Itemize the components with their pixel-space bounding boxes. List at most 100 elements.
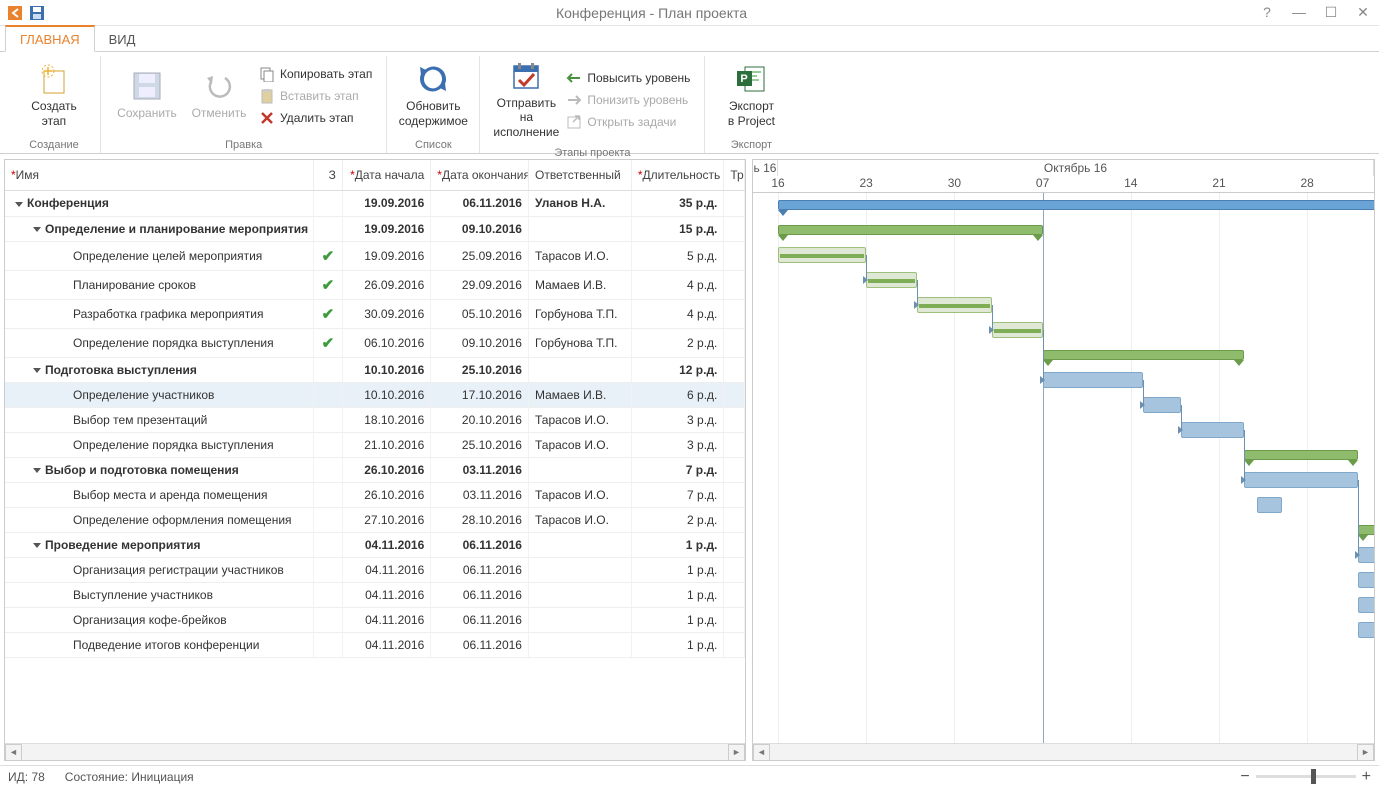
gantt-bar[interactable]	[1181, 422, 1244, 438]
gantt-bar[interactable]	[992, 322, 1042, 338]
gantt-hscroll[interactable]: ◄►	[753, 743, 1374, 760]
status-bar: ИД: 78 Состояние: Инициация − +	[0, 765, 1379, 787]
table-row[interactable]: Организация регистрации участников04.11.…	[5, 557, 745, 582]
col-end[interactable]: *Дата окончания	[431, 160, 529, 191]
gantt-bar[interactable]	[1257, 497, 1282, 513]
table-row[interactable]: Определение целей мероприятия✔19.09.2016…	[5, 241, 745, 270]
maximize-button[interactable]: ☐	[1321, 4, 1341, 21]
group-create-label: Создание	[29, 137, 79, 153]
ribbon-tabs: ГЛАВНАЯ ВИД	[0, 26, 1379, 52]
close-button[interactable]: ✕	[1353, 4, 1373, 21]
table-row[interactable]: Разработка графика мероприятия✔30.09.201…	[5, 299, 745, 328]
table-row[interactable]: Планирование сроков✔26.09.201629.09.2016…	[5, 270, 745, 299]
expand-icon[interactable]	[15, 202, 23, 207]
group-edit-label: Правка	[225, 137, 262, 153]
expand-icon[interactable]	[33, 543, 41, 548]
arrow-right-icon	[566, 92, 582, 108]
status-id-value: 78	[31, 770, 44, 784]
status-state-value: Инициация	[131, 770, 193, 784]
paste-stage-button[interactable]: Вставить этап	[255, 86, 376, 106]
paste-icon	[259, 88, 275, 104]
gantt-bar[interactable]	[778, 247, 866, 263]
save-big-icon	[131, 70, 163, 102]
expand-icon[interactable]	[33, 227, 41, 232]
refresh-icon	[417, 63, 449, 95]
gantt-bar[interactable]	[1043, 350, 1245, 360]
status-state-label: Состояние:	[65, 770, 128, 784]
expand-icon[interactable]	[33, 468, 41, 473]
delete-icon	[259, 110, 275, 126]
gantt-bar[interactable]	[1358, 525, 1374, 535]
gantt-bar[interactable]	[1244, 472, 1357, 488]
gantt-bar[interactable]	[1043, 372, 1144, 388]
col-start[interactable]: *Дата начала	[342, 160, 430, 191]
table-row[interactable]: Проведение мероприятия04.11.201606.11.20…	[5, 532, 745, 557]
table-row[interactable]: Конференция19.09.201606.11.2016Уланов Н.…	[5, 191, 745, 216]
svg-text:P: P	[741, 73, 748, 85]
create-stage-button[interactable]: Создать этап	[18, 59, 90, 132]
gantt-bar[interactable]	[778, 200, 1374, 210]
gantt-bar[interactable]	[1358, 622, 1374, 638]
col-extra[interactable]: Тр	[724, 160, 745, 191]
demote-button[interactable]: Понизить уровень	[562, 90, 694, 110]
gantt-bar[interactable]	[778, 225, 1043, 235]
export-button[interactable]: P Экспорт в Project	[715, 59, 787, 132]
table-row[interactable]: Определение порядка выступления✔06.10.20…	[5, 328, 745, 357]
ribbon: Создать этап Создание Сохранить Отменить…	[0, 52, 1379, 154]
tab-view[interactable]: ВИД	[95, 27, 150, 51]
undo-button[interactable]: Отменить	[183, 66, 255, 124]
grid-hscroll[interactable]: ◄►	[5, 743, 745, 760]
check-icon: ✔	[322, 335, 335, 352]
gantt-bar[interactable]	[866, 272, 916, 288]
table-row[interactable]: Выступление участников04.11.201606.11.20…	[5, 582, 745, 607]
gantt-bar[interactable]	[1143, 397, 1181, 413]
gantt-bar[interactable]	[1358, 597, 1374, 613]
gantt-bar[interactable]	[1358, 572, 1374, 588]
save-button[interactable]: Сохранить	[111, 66, 183, 124]
gantt-chart[interactable]: ь 16Октябрь 16 16233007142128 ◄►	[752, 159, 1375, 761]
gantt-bar[interactable]	[1358, 547, 1374, 563]
group-export-label: Экспорт	[731, 137, 772, 153]
col-status[interactable]: З	[314, 160, 343, 191]
status-id-label: ИД:	[8, 770, 28, 784]
table-row[interactable]: Подведение итогов конференции04.11.20160…	[5, 632, 745, 657]
table-row[interactable]: Определение участников10.10.201617.10.20…	[5, 382, 745, 407]
refresh-button[interactable]: Обновить содержимое	[397, 59, 469, 132]
table-row[interactable]: Подготовка выступления10.10.201625.10.20…	[5, 357, 745, 382]
tab-main[interactable]: ГЛАВНАЯ	[5, 25, 95, 52]
help-button[interactable]: ?	[1257, 4, 1277, 21]
check-icon: ✔	[322, 248, 335, 265]
table-row[interactable]: Определение оформления помещения27.10.20…	[5, 507, 745, 532]
msproject-icon: P	[735, 63, 767, 95]
gantt-bar[interactable]	[917, 297, 993, 313]
col-dur[interactable]: *Длительность	[631, 160, 724, 191]
save-icon[interactable]	[28, 4, 46, 22]
open-tasks-button[interactable]: Открыть задачи	[562, 112, 694, 132]
table-row[interactable]: Организация кофе-брейков04.11.201606.11.…	[5, 607, 745, 632]
table-row[interactable]: Выбор и подготовка помещения26.10.201603…	[5, 457, 745, 482]
table-row[interactable]: Выбор места и аренда помещения26.10.2016…	[5, 482, 745, 507]
expand-icon[interactable]	[33, 368, 41, 373]
zoom-slider[interactable]: − +	[1240, 768, 1371, 786]
group-list-label: Список	[415, 137, 452, 153]
check-icon: ✔	[322, 277, 335, 294]
arrow-left-icon	[566, 70, 582, 86]
title-bar: Конференция - План проекта ? — ☐ ✕	[0, 0, 1379, 26]
window-title: Конференция - План проекта	[46, 5, 1257, 21]
copy-stage-button[interactable]: Копировать этап	[255, 64, 376, 84]
gantt-bar[interactable]	[1244, 450, 1357, 460]
task-grid[interactable]: *Имя З *Дата начала *Дата окончания Отве…	[4, 159, 746, 761]
open-icon	[566, 114, 582, 130]
promote-button[interactable]: Повысить уровень	[562, 68, 694, 88]
col-name[interactable]: *Имя	[5, 160, 314, 191]
delete-stage-button[interactable]: Удалить этап	[255, 108, 376, 128]
col-resp[interactable]: Ответственный	[528, 160, 631, 191]
copy-icon	[259, 66, 275, 82]
calendar-check-icon	[510, 60, 542, 92]
table-row[interactable]: Определение и планирование мероприятия19…	[5, 216, 745, 241]
table-row[interactable]: Определение порядка выступления21.10.201…	[5, 432, 745, 457]
table-row[interactable]: Выбор тем презентаций18.10.201620.10.201…	[5, 407, 745, 432]
send-button[interactable]: Отправить на исполнение	[490, 56, 562, 143]
app-icon[interactable]	[6, 4, 24, 22]
minimize-button[interactable]: —	[1289, 4, 1309, 21]
